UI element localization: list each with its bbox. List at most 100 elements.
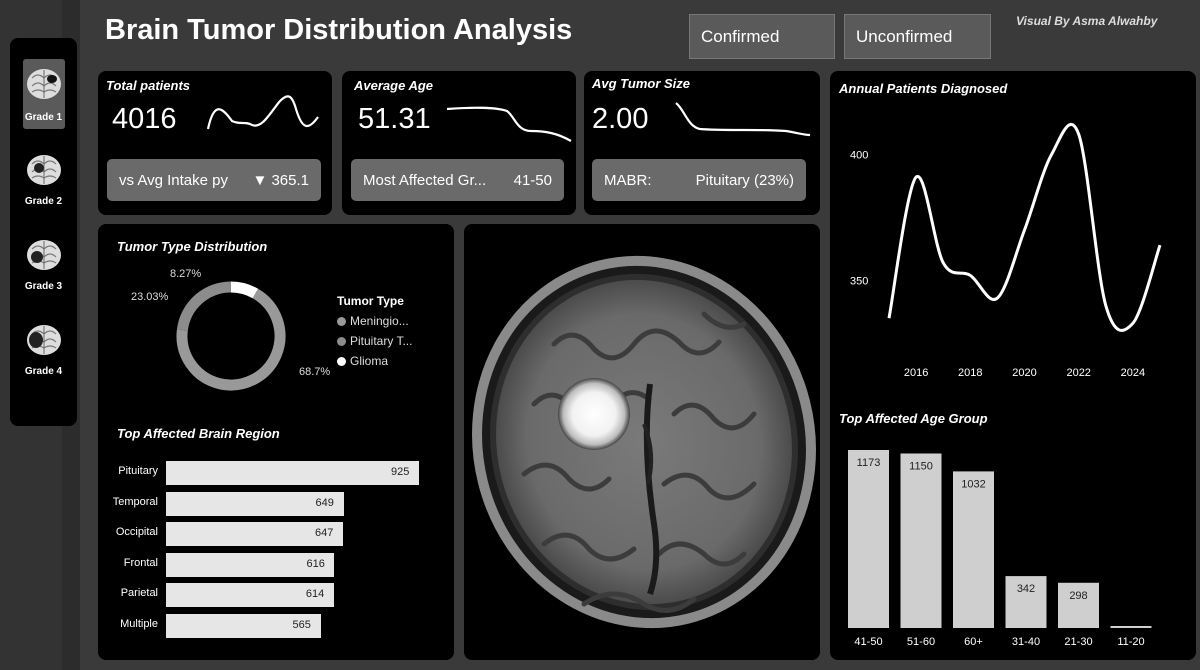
bar-value-label: 925: [391, 466, 410, 478]
legend-dot: [337, 336, 346, 346]
confirmed-button[interactable]: Confirmed: [689, 14, 835, 59]
legend-dot: [337, 356, 346, 366]
bar-value-label: 616: [306, 557, 325, 570]
unconfirmed-button[interactable]: Unconfirmed: [844, 14, 991, 59]
kpi-card-tumor-size: Avg Tumor Size 2.00 MABR: Pituitary (23%…: [584, 71, 820, 215]
legend-label: Pituitary T...: [350, 334, 413, 348]
mri-panel: [464, 224, 820, 660]
tumor-type-donut: [176, 281, 286, 391]
y-tick-label: 350: [850, 275, 868, 287]
bar-value-label: 649: [315, 496, 334, 509]
donut-slice[interactable]: [176, 281, 232, 331]
age-group-pill: Most Affected Gr... 41-50: [351, 159, 564, 201]
legend-item[interactable]: Pituitary T...: [337, 334, 412, 348]
annual-series-line[interactable]: [887, 123, 1162, 332]
bar-data-label: 298: [1069, 590, 1087, 602]
page-title: Brain Tumor Distribution Analysis: [105, 14, 573, 46]
kpi-label: Avg Tumor Size: [592, 76, 691, 91]
right-panel: Annual Patients Diagnosed 350 400 2016 2018…: [830, 71, 1196, 660]
grade-label: Grade 4: [24, 366, 63, 377]
pill-value: 41-50: [513, 171, 552, 189]
legend-label: Meningio...: [350, 314, 409, 328]
age-group-bar[interactable]: [848, 450, 889, 628]
grade-label: Grade 3: [24, 281, 63, 292]
kpi-value: 2.00: [592, 103, 649, 135]
bar-category-label: Frontal: [123, 556, 158, 569]
grade-item-4[interactable]: Grade 4: [10, 316, 77, 388]
legend-item[interactable]: Meningio...: [337, 314, 412, 328]
bar-value-label: 565: [292, 618, 311, 631]
legend-title: Tumor Type: [337, 294, 404, 308]
donut-label-meningioma: 68.7%: [299, 366, 331, 378]
x-tick-label: 21-30: [1064, 636, 1092, 648]
pill-label: MABR:: [604, 171, 652, 189]
kpi-card-patients: Total patients 4016 vs Avg Intake py ▼ 3…: [98, 71, 332, 215]
annual-line-chart: 350 400 2016 2018 2020 2022 2024: [850, 123, 1162, 379]
bar-data-label: 1032: [961, 478, 985, 490]
bar-value-label: 614: [305, 588, 325, 600]
donut-label-glioma: 8.27%: [170, 268, 202, 280]
grade-item-1[interactable]: Grade 1: [10, 60, 77, 132]
donut-label-pituitary: 23.03%: [131, 291, 169, 303]
tumor-sparkline: [675, 102, 811, 137]
pill-label: vs Avg Intake py: [119, 171, 228, 189]
x-tick-label: 2024: [1121, 367, 1145, 379]
bar-category-label: Occipital: [115, 526, 158, 538]
kpi-label: Total patients: [106, 78, 191, 93]
age-group-bar-chart: 1173 41-50 1150 51-60 1032 60+ 342 31-40 298 21-3…: [848, 450, 1152, 648]
grade-item-3[interactable]: Grade 3: [10, 231, 77, 303]
region-bar[interactable]: [166, 461, 419, 485]
x-tick-label: 2016: [904, 367, 928, 379]
brain-icon: [27, 325, 61, 355]
bar-category-label: Pituitary: [118, 465, 158, 477]
kpi-card-age: Average Age 51.31 Most Affected Gr... 41…: [342, 71, 576, 215]
brain-region-bars: Pituitary 925 Temporal 649 Occipital 647 Front…: [98, 461, 454, 651]
pill-value: Pituitary (23%): [695, 171, 794, 189]
x-tick-label: 11-20: [1117, 636, 1144, 648]
grade-label: Grade 2: [24, 196, 63, 207]
age-sparkline: [446, 106, 572, 142]
credit-text: Visual By Asma Alwahby: [1016, 14, 1158, 28]
brain-icon: [27, 155, 61, 185]
legend-dot: [337, 316, 346, 326]
kpi-value: 51.31: [358, 103, 431, 135]
bar-data-label: 1150: [909, 460, 933, 472]
tumor-type-title: Tumor Type Distribution: [117, 239, 268, 254]
patients-comparison-pill: vs Avg Intake py ▼ 365.1: [107, 159, 321, 201]
brain-icon: [27, 240, 61, 270]
x-tick-label: 41-50: [854, 636, 882, 648]
kpi-label: Average Age: [354, 78, 433, 93]
y-tick-label: 400: [850, 149, 868, 161]
donut-slice[interactable]: [230, 281, 259, 299]
patients-sparkline: [206, 95, 319, 130]
age-group-bar[interactable]: [900, 453, 942, 628]
age-group-title: Top Affected Age Group: [839, 411, 988, 426]
x-tick-label: 31-40: [1012, 636, 1040, 648]
x-tick-label: 2020: [1012, 367, 1036, 379]
tumor-type-legend: Tumor Type Meningio... Pituitary T... Gl…: [337, 294, 412, 368]
kpi-value: 4016: [112, 103, 177, 135]
tumor-region-panel: Tumor Type Distribution 8.27% 23.03% 68.…: [98, 224, 454, 660]
x-tick-label: 60+: [964, 636, 983, 648]
bar-data-label: 1173: [857, 457, 881, 469]
age-group-bar[interactable]: [1110, 626, 1152, 628]
brain-icon: [27, 69, 61, 99]
x-tick-label: 2018: [958, 367, 982, 379]
x-tick-label: 2022: [1066, 367, 1090, 379]
mri-scan-image: [472, 255, 816, 629]
bar-category-label: Multiple: [120, 617, 158, 630]
legend-item[interactable]: Glioma: [337, 354, 412, 368]
bar-category-label: Temporal: [112, 495, 158, 508]
x-tick-label: 51-60: [907, 636, 935, 648]
age-group-bar[interactable]: [953, 471, 994, 628]
pill-value: ▼ 365.1: [252, 171, 309, 189]
bar-data-label: 342: [1017, 583, 1035, 595]
grade-item-2[interactable]: Grade 2: [10, 146, 77, 218]
bar-value-label: 647: [314, 527, 334, 539]
brain-region-title: Top Affected Brain Region: [117, 426, 280, 441]
grade-slicer: Grade 1 Grade 2 Grade 3 Grade 4: [10, 38, 77, 426]
legend-label: Glioma: [350, 354, 389, 368]
grade-label: Grade 1: [24, 112, 63, 123]
pill-label: Most Affected Gr...: [363, 171, 487, 189]
bar-category-label: Parietal: [120, 587, 158, 599]
